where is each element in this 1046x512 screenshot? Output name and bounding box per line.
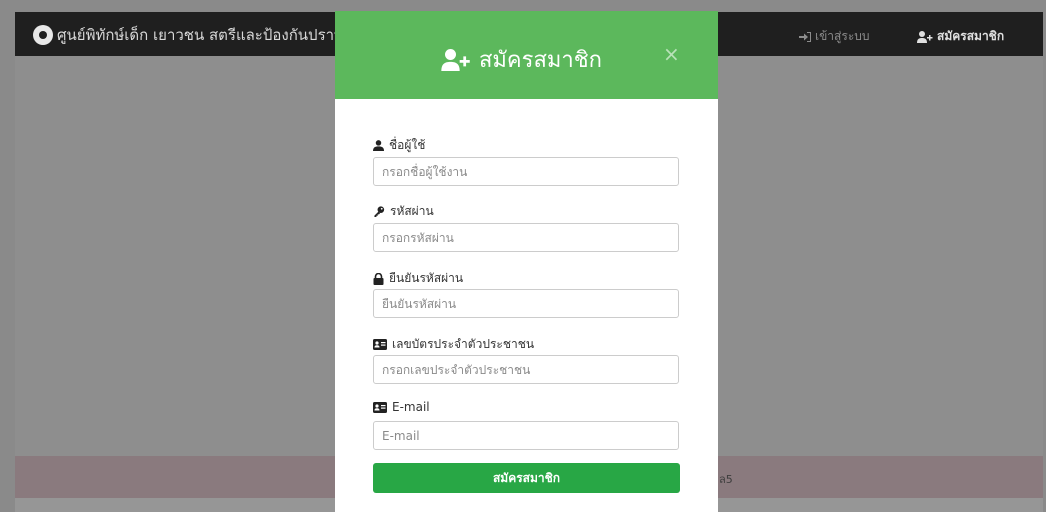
login-label: เข้าสู่ระบบ [815, 29, 870, 43]
close-button[interactable]: × [663, 44, 680, 64]
user-plus-icon [441, 48, 471, 71]
confirm-password-input[interactable] [373, 289, 679, 318]
brand-logo-icon [33, 25, 53, 45]
register-submit-button[interactable]: สมัครสมาชิก [373, 463, 680, 493]
register-link[interactable]: สมัครสมาชิก [917, 27, 1004, 46]
password-label-text: รหัสผ่าน [390, 204, 434, 218]
register-modal: สมัครสมาชิก × ชื่อผู้ใช้ รหัสผ่าน ยืนยัน… [335, 11, 718, 512]
confirm-password-label: ยืนยันรหัสผ่าน [373, 269, 463, 288]
footer-text: ล5 [719, 473, 733, 486]
email-label-text: E-mail [392, 400, 430, 414]
modal-header: สมัครสมาชิก × [335, 11, 718, 99]
user-icon [373, 140, 384, 151]
lock-icon [373, 272, 384, 285]
username-input[interactable] [373, 157, 679, 186]
brand[interactable]: ศูนย์พิทักษ์เด็ก เยาวชน สตรีและป้องกันปร… [33, 23, 344, 47]
confirm-password-label-text: ยืนยันรหัสผ่าน [389, 271, 464, 285]
login-link[interactable]: เข้าสู่ระบบ [799, 27, 870, 46]
citizen-id-label-text: เลขบัตรประจำตัวประชาชน [392, 337, 535, 351]
id-card-icon [373, 401, 387, 413]
citizen-id-label: เลขบัตรประจำตัวประชาชน [373, 335, 534, 354]
user-plus-icon [917, 30, 933, 43]
sign-in-icon [799, 31, 811, 42]
username-label: ชื่อผู้ใช้ [373, 136, 425, 155]
brand-text: ศูนย์พิทักษ์เด็ก เยาวชน สตรีและป้องกันปร… [57, 26, 344, 44]
key-icon [373, 206, 385, 217]
citizen-id-input[interactable] [373, 355, 679, 384]
register-label: สมัครสมาชิก [937, 29, 1005, 43]
modal-title-text: สมัครสมาชิก [479, 48, 602, 73]
id-card-icon [373, 339, 387, 350]
modal-title: สมัครสมาชิก [441, 42, 602, 77]
email-label: E-mail [373, 400, 430, 414]
email-input[interactable] [373, 421, 679, 450]
password-label: รหัสผ่าน [373, 202, 434, 221]
password-input[interactable] [373, 223, 679, 252]
username-label-text: ชื่อผู้ใช้ [389, 138, 426, 152]
